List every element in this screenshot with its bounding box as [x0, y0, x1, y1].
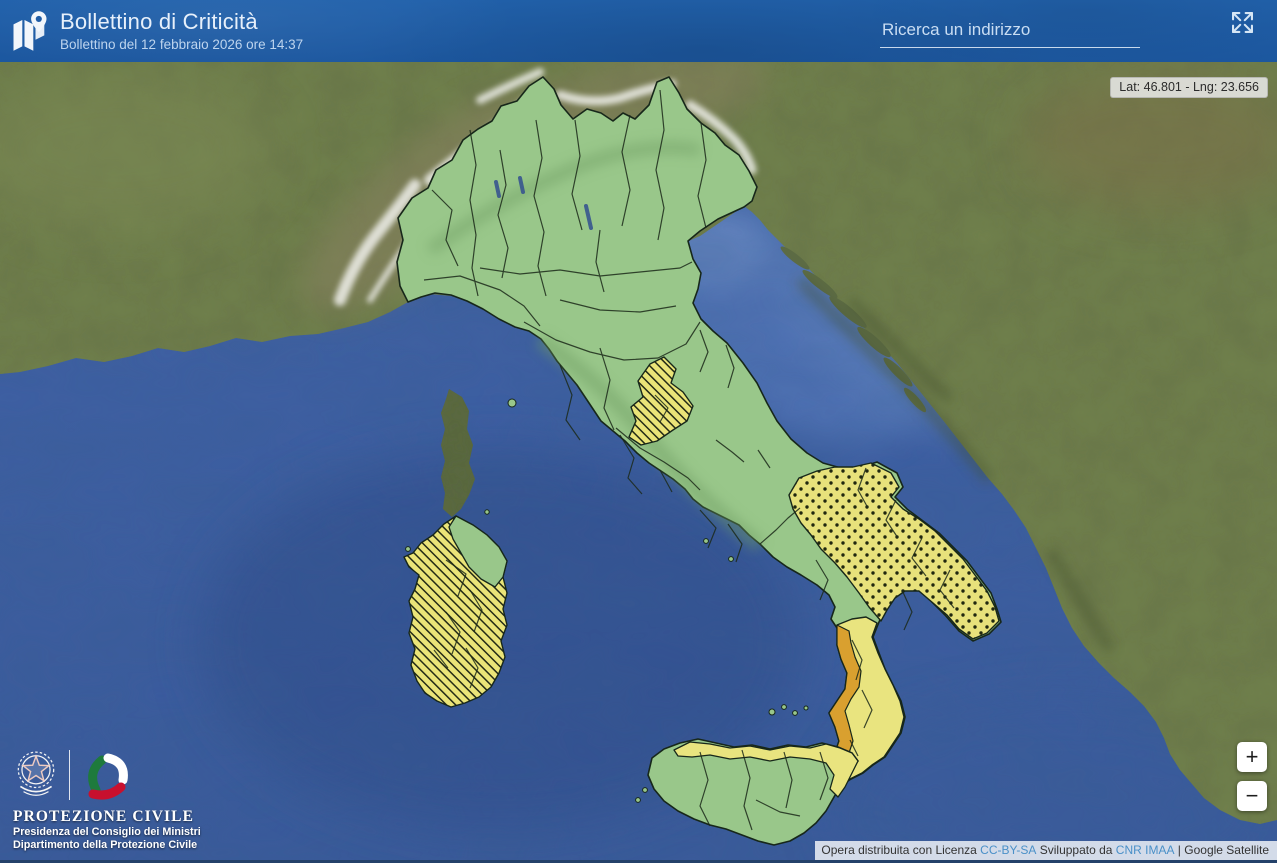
attribution-text: Sviluppato da [1036, 843, 1116, 857]
developer-link[interactable]: CNR IMAA [1116, 843, 1175, 857]
italy-republic-emblem [17, 751, 55, 796]
attribution-separator: | [1174, 843, 1185, 857]
cursor-coordinates-badge: Lat: 46.801 - Lng: 23.656 [1110, 77, 1268, 98]
map-attribution: Opera distribuita con Licenza CC-BY-SA S… [815, 841, 1277, 860]
brand-name: PROTEZIONE CIVILE [13, 808, 195, 825]
attribution-text: Opera distribuita con Licenza [821, 843, 981, 857]
brand-line-presidenza: Presidenza del Consiglio dei Ministri [13, 826, 201, 838]
basemap-label: Google Satellite [1184, 843, 1269, 857]
fullscreen-button[interactable] [1228, 8, 1257, 40]
page-title: Bollettino di Criticità [60, 8, 258, 34]
search-input[interactable] [880, 16, 1140, 48]
map-canvas[interactable] [0, 0, 1277, 863]
app-header: Bollettino di Criticità Bollettino del 1… [0, 0, 1277, 62]
license-link[interactable]: CC-BY-SA [980, 843, 1036, 857]
zoom-out-button[interactable]: − [1237, 781, 1267, 811]
bulletin-date-subtitle: Bollettino del 12 febbraio 2026 ore 14:3… [60, 37, 304, 53]
brand-block: PROTEZIONE CIVILE Presidenza del Consigl… [13, 746, 201, 852]
expand-arrows-icon [1232, 12, 1253, 33]
app-root: Bollettino di Criticità Bollettino del 1… [0, 0, 1277, 863]
zoom-controls: + − [1237, 742, 1267, 811]
map-with-location-pin-icon [13, 11, 47, 51]
protezione-civile-tricolor-logo [88, 753, 128, 800]
brand-line-dipartimento: Dipartimento della Protezione Civile [13, 839, 198, 852]
zoom-in-button[interactable]: + [1237, 742, 1267, 772]
brand-divider [69, 750, 70, 800]
